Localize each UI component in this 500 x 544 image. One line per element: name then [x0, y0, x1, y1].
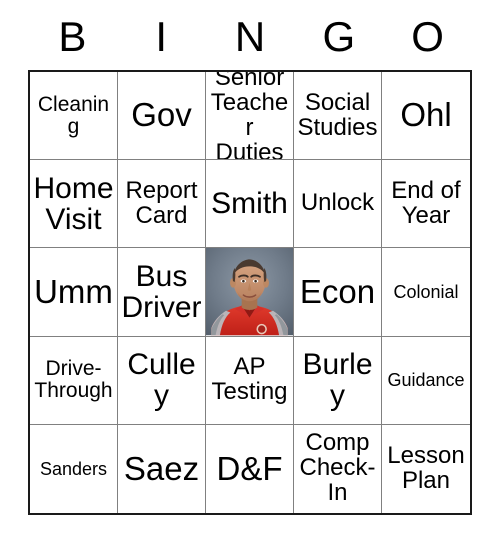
bingo-grid: Cleaning Gov Senior Teacher Duties Socia… [28, 70, 472, 515]
bingo-cell-o3[interactable]: Colonial [382, 248, 470, 337]
bingo-cell-i1[interactable]: Gov [118, 72, 206, 161]
bingo-cell-o1[interactable]: Ohl [382, 72, 470, 161]
bingo-cell-label: Bus Driver [121, 259, 202, 324]
bingo-cell-label: Senior Teacher Duties [210, 72, 289, 161]
bingo-cell-label: AP Testing [211, 353, 288, 406]
bingo-cell-i4[interactable]: Culley [118, 336, 206, 425]
bingo-cell-free-space[interactable] [206, 248, 294, 337]
bingo-cell-n2[interactable]: Smith [206, 160, 294, 249]
bingo-cell-b3[interactable]: Umm [30, 248, 118, 337]
bingo-cell-label: Drive-Through [34, 357, 113, 403]
bingo-cell-label: Colonial [393, 281, 459, 302]
bingo-cell-b4[interactable]: Drive-Through [30, 336, 118, 425]
bingo-cell-label: End of Year [391, 176, 461, 229]
bingo-cell-label: Comp Check-In [299, 429, 376, 507]
bingo-cell-b2[interactable]: Home Visit [30, 160, 118, 249]
bingo-cell-label: Saez [123, 449, 200, 487]
bingo-cell-label: Lesson Plan [387, 441, 465, 494]
bingo-cell-label: Home Visit [33, 171, 114, 236]
bingo-cell-label: Unlock [300, 189, 375, 217]
bingo-cell-n1[interactable]: Senior Teacher Duties [206, 72, 294, 161]
bingo-cell-label: Gov [131, 96, 192, 134]
bingo-cell-b5[interactable]: Sanders [30, 424, 118, 513]
bingo-cell-g1[interactable]: Social Studies [294, 72, 382, 161]
header-letter-o: O [411, 13, 444, 60]
bingo-cell-label: Social Studies [297, 88, 378, 141]
bingo-cell-label: Umm [34, 272, 113, 310]
header-letter-n: N [234, 13, 266, 60]
bingo-cell-label: Guidance [387, 369, 465, 390]
bingo-cell-g5[interactable]: Comp Check-In [294, 424, 382, 513]
bingo-cell-g3[interactable]: Econ [294, 248, 382, 337]
teacher-portrait-photo [206, 248, 293, 336]
bingo-cell-label: Smith [211, 187, 288, 221]
header-letter-i: I [155, 13, 168, 60]
bingo-cell-n5[interactable]: D&F [206, 424, 294, 513]
bingo-cell-label: Cleaning [37, 92, 110, 138]
bingo-cell-o4[interactable]: Guidance [382, 336, 470, 425]
bingo-cell-o2[interactable]: End of Year [382, 160, 470, 249]
bingo-cell-i2[interactable]: Report Card [118, 160, 206, 249]
bingo-cell-label: Burley [302, 348, 373, 413]
bingo-cell-label: Ohl [400, 96, 452, 134]
bingo-cell-i5[interactable]: Saez [118, 424, 206, 513]
bingo-cell-label: D&F [216, 449, 283, 487]
bingo-header-row: B I N G O [28, 8, 472, 66]
header-letter-b: B [58, 13, 87, 60]
bingo-cell-label: Sanders [39, 458, 108, 479]
bingo-cell-i3[interactable]: Bus Driver [118, 248, 206, 337]
bingo-cell-n4[interactable]: AP Testing [206, 336, 294, 425]
bingo-cell-g4[interactable]: Burley [294, 336, 382, 425]
bingo-cell-label: Culley [127, 348, 196, 413]
header-letter-g: G [322, 13, 356, 60]
bingo-card: B I N G O Cleaning Gov Senior Teacher Du… [0, 0, 500, 544]
bingo-cell-o5[interactable]: Lesson Plan [382, 424, 470, 513]
bingo-cell-label: Report Card [125, 176, 198, 229]
bingo-cell-b1[interactable]: Cleaning [30, 72, 118, 161]
bingo-cell-label: Econ [299, 272, 376, 310]
bingo-cell-g2[interactable]: Unlock [294, 160, 382, 249]
